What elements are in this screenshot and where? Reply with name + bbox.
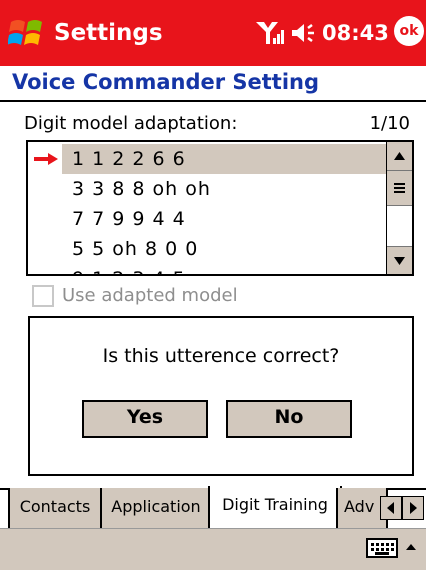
sip-arrow-icon[interactable]: [404, 541, 418, 553]
list-item-label: 1 1 2 2 6 6: [62, 144, 386, 174]
volume-icon[interactable]: [290, 20, 318, 46]
tab-application[interactable]: Application: [100, 488, 212, 530]
digit-list-viewport: 1 1 2 2 6 6 3 3 8 8 oh oh 7 7 9 9 4 4 5 …: [28, 142, 386, 274]
scroll-up-button[interactable]: [387, 142, 412, 171]
triangle-down-icon: [394, 257, 405, 265]
yes-button[interactable]: Yes: [82, 400, 208, 438]
tab-scroll-right-button[interactable]: [402, 496, 424, 520]
question-panel: Is this utterence correct? Yes No: [28, 316, 414, 476]
list-item-label: 9 1 2 3 4 5: [72, 264, 186, 274]
scroll-thumb[interactable]: [387, 171, 412, 206]
no-button[interactable]: No: [226, 400, 352, 438]
tab-digit-training[interactable]: Digit Training: [208, 486, 342, 530]
list-item-selected[interactable]: 1 1 2 2 6 6: [28, 144, 386, 174]
keyboard-icon[interactable]: [366, 537, 398, 559]
triangle-right-icon: [410, 502, 417, 514]
list-item-label: 5 5 oh 8 0 0: [72, 238, 199, 260]
scroll-down-button[interactable]: [387, 246, 412, 274]
list-item[interactable]: 5 5 oh 8 0 0: [28, 234, 386, 264]
menu-bar: [0, 528, 426, 570]
grip-icon: [394, 183, 405, 193]
arrow-right-icon: [34, 153, 58, 165]
app-title: Settings: [54, 20, 163, 46]
header-divider: [0, 100, 426, 102]
page-title: Voice Commander Setting: [12, 70, 320, 94]
triangle-up-icon: [394, 152, 405, 160]
question-text: Is this utterence correct?: [102, 345, 340, 367]
use-adapted-model-checkbox[interactable]: [32, 285, 54, 307]
checkbox-label: Use adapted model: [62, 285, 238, 306]
digit-list[interactable]: 1 1 2 2 6 6 3 3 8 8 oh oh 7 7 9 9 4 4 5 …: [26, 140, 414, 276]
tab-contacts[interactable]: Contacts: [8, 488, 102, 530]
ok-button[interactable]: ok: [394, 16, 424, 46]
adaptation-label: Digit model adaptation:: [24, 113, 238, 134]
list-item[interactable]: 3 3 8 8 oh oh: [28, 174, 386, 204]
signal-icon[interactable]: [254, 18, 284, 48]
list-item[interactable]: 9 1 2 3 4 5: [28, 264, 386, 274]
list-item-label: 3 3 8 8 oh oh: [72, 178, 211, 200]
adaptation-counter: 1/10: [369, 113, 410, 134]
list-item[interactable]: 7 7 9 9 4 4: [28, 204, 386, 234]
triangle-left-icon: [387, 502, 394, 514]
windows-start-icon[interactable]: [8, 14, 46, 52]
tab-scroll-left-button[interactable]: [380, 496, 402, 520]
list-scrollbar[interactable]: [386, 142, 412, 274]
list-item-label: 7 7 9 9 4 4: [72, 208, 186, 230]
clock: 08:43: [322, 21, 389, 45]
